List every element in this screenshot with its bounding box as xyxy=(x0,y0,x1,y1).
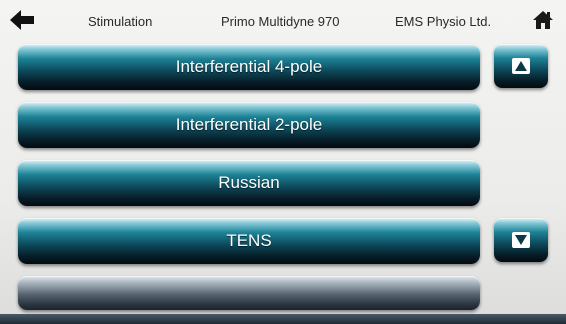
company-name: EMS Physio Ltd. xyxy=(395,14,492,29)
mode-button-russian[interactable]: Russian xyxy=(18,160,480,206)
scroll-down-button[interactable] xyxy=(494,218,548,262)
device-bezel xyxy=(0,314,566,324)
mode-button-label: Interferential 4-pole xyxy=(175,57,323,76)
home-icon xyxy=(533,11,553,29)
triangle-down-icon xyxy=(512,232,530,248)
mode-button-next-partial[interactable] xyxy=(18,276,480,310)
back-button[interactable] xyxy=(10,10,38,30)
triangle-up-icon xyxy=(512,58,530,74)
mode-button-tens[interactable]: TENS xyxy=(18,218,480,264)
mode-button-label: Interferential 2-pole xyxy=(175,115,323,134)
mode-button-label: Russian xyxy=(218,173,280,192)
home-button[interactable] xyxy=(532,9,554,31)
mode-button-label: TENS xyxy=(226,231,272,250)
mode-button-interferential-4-pole[interactable]: Interferential 4-pole xyxy=(18,44,480,90)
header-bar: Stimulation Primo Multidyne 970 EMS Phys… xyxy=(0,6,566,34)
touchscreen: Stimulation Primo Multidyne 970 EMS Phys… xyxy=(0,0,566,324)
back-arrow-icon xyxy=(10,10,34,30)
page-title: Stimulation xyxy=(88,14,153,29)
scroll-up-button[interactable] xyxy=(494,44,548,88)
mode-button-interferential-2-pole[interactable]: Interferential 2-pole xyxy=(18,102,480,148)
device-name: Primo Multidyne 970 xyxy=(221,14,340,29)
